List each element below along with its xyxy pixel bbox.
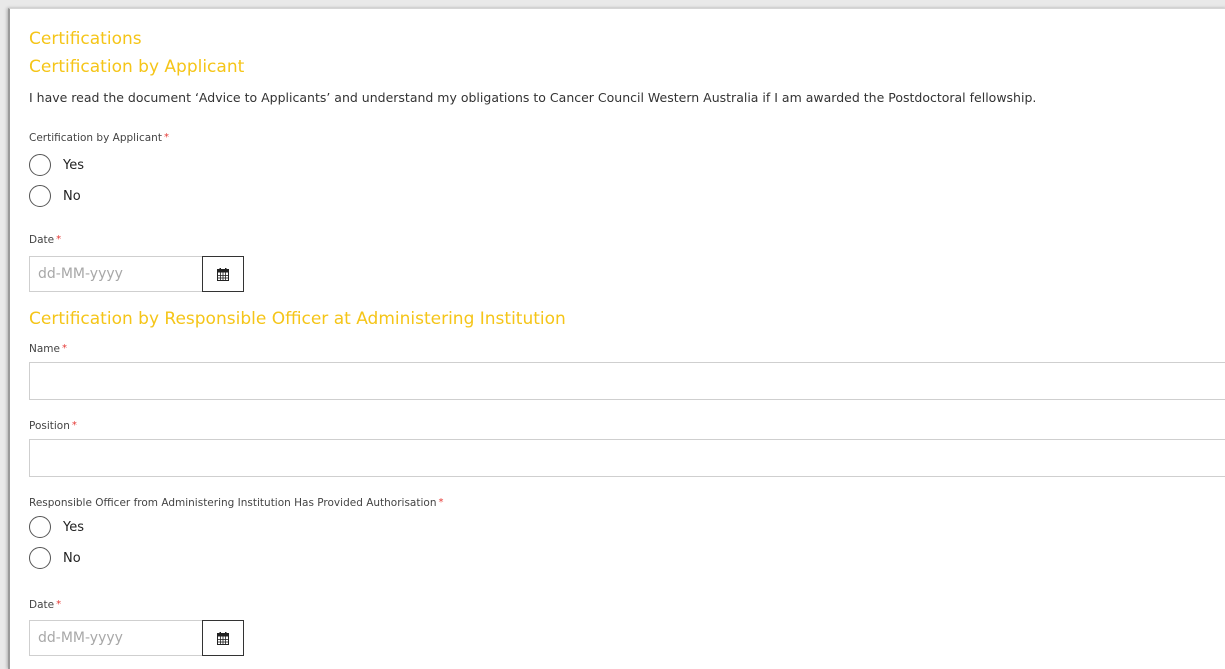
applicant-date-input[interactable]: [29, 256, 202, 292]
applicant-date-picker-button[interactable]: [202, 256, 244, 292]
officer-name-input[interactable]: [29, 362, 1225, 400]
officer-date-label: Date *: [29, 599, 61, 611]
certifications-heading: Certifications: [29, 29, 142, 49]
officer-name-label-text: Name: [29, 343, 60, 355]
officer-position-label: Position *: [29, 420, 77, 432]
radio-label-no: No: [63, 188, 81, 204]
applicant-certification-no-option[interactable]: No: [29, 183, 81, 209]
required-asterisk: *: [71, 420, 77, 431]
applicant-certification-label-text: Certification by Applicant: [29, 132, 162, 144]
radio-button-no[interactable]: [29, 185, 51, 207]
required-asterisk: *: [61, 343, 67, 354]
applicant-statement: I have read the document ‘Advice to Appl…: [29, 90, 1037, 105]
officer-date-picker-button[interactable]: [202, 620, 244, 656]
applicant-date-label: Date *: [29, 234, 61, 246]
required-asterisk: *: [56, 599, 62, 610]
applicant-certification-heading: Certification by Applicant: [29, 57, 245, 77]
radio-label-yes: Yes: [63, 157, 84, 173]
radio-button-yes[interactable]: [29, 516, 51, 538]
applicant-certification-yes-option[interactable]: Yes: [29, 152, 84, 178]
authorisation-no-option[interactable]: No: [29, 545, 81, 571]
radio-button-no[interactable]: [29, 547, 51, 569]
required-asterisk: *: [163, 132, 169, 143]
calendar-icon: [217, 631, 229, 645]
required-asterisk: *: [438, 497, 444, 508]
radio-button-yes[interactable]: [29, 154, 51, 176]
officer-date-label-text: Date: [29, 599, 55, 611]
applicant-date-label-text: Date: [29, 234, 55, 246]
officer-position-input[interactable]: [29, 439, 1225, 477]
officer-name-label: Name *: [29, 343, 67, 355]
officer-position-label-text: Position: [29, 420, 70, 432]
radio-label-no: No: [63, 550, 81, 566]
officer-date-input[interactable]: [29, 620, 202, 656]
authorisation-label-text: Responsible Officer from Administering I…: [29, 497, 437, 509]
authorisation-label: Responsible Officer from Administering I…: [29, 497, 443, 509]
required-asterisk: *: [56, 234, 62, 245]
applicant-certification-label: Certification by Applicant *: [29, 132, 169, 144]
radio-label-yes: Yes: [63, 519, 84, 535]
form-panel: Certifications Certification by Applican…: [8, 8, 1225, 669]
authorisation-yes-option[interactable]: Yes: [29, 514, 84, 540]
form-content: Certifications Certification by Applican…: [29, 9, 1225, 669]
calendar-icon: [217, 267, 229, 281]
responsible-officer-heading: Certification by Responsible Officer at …: [29, 309, 566, 329]
